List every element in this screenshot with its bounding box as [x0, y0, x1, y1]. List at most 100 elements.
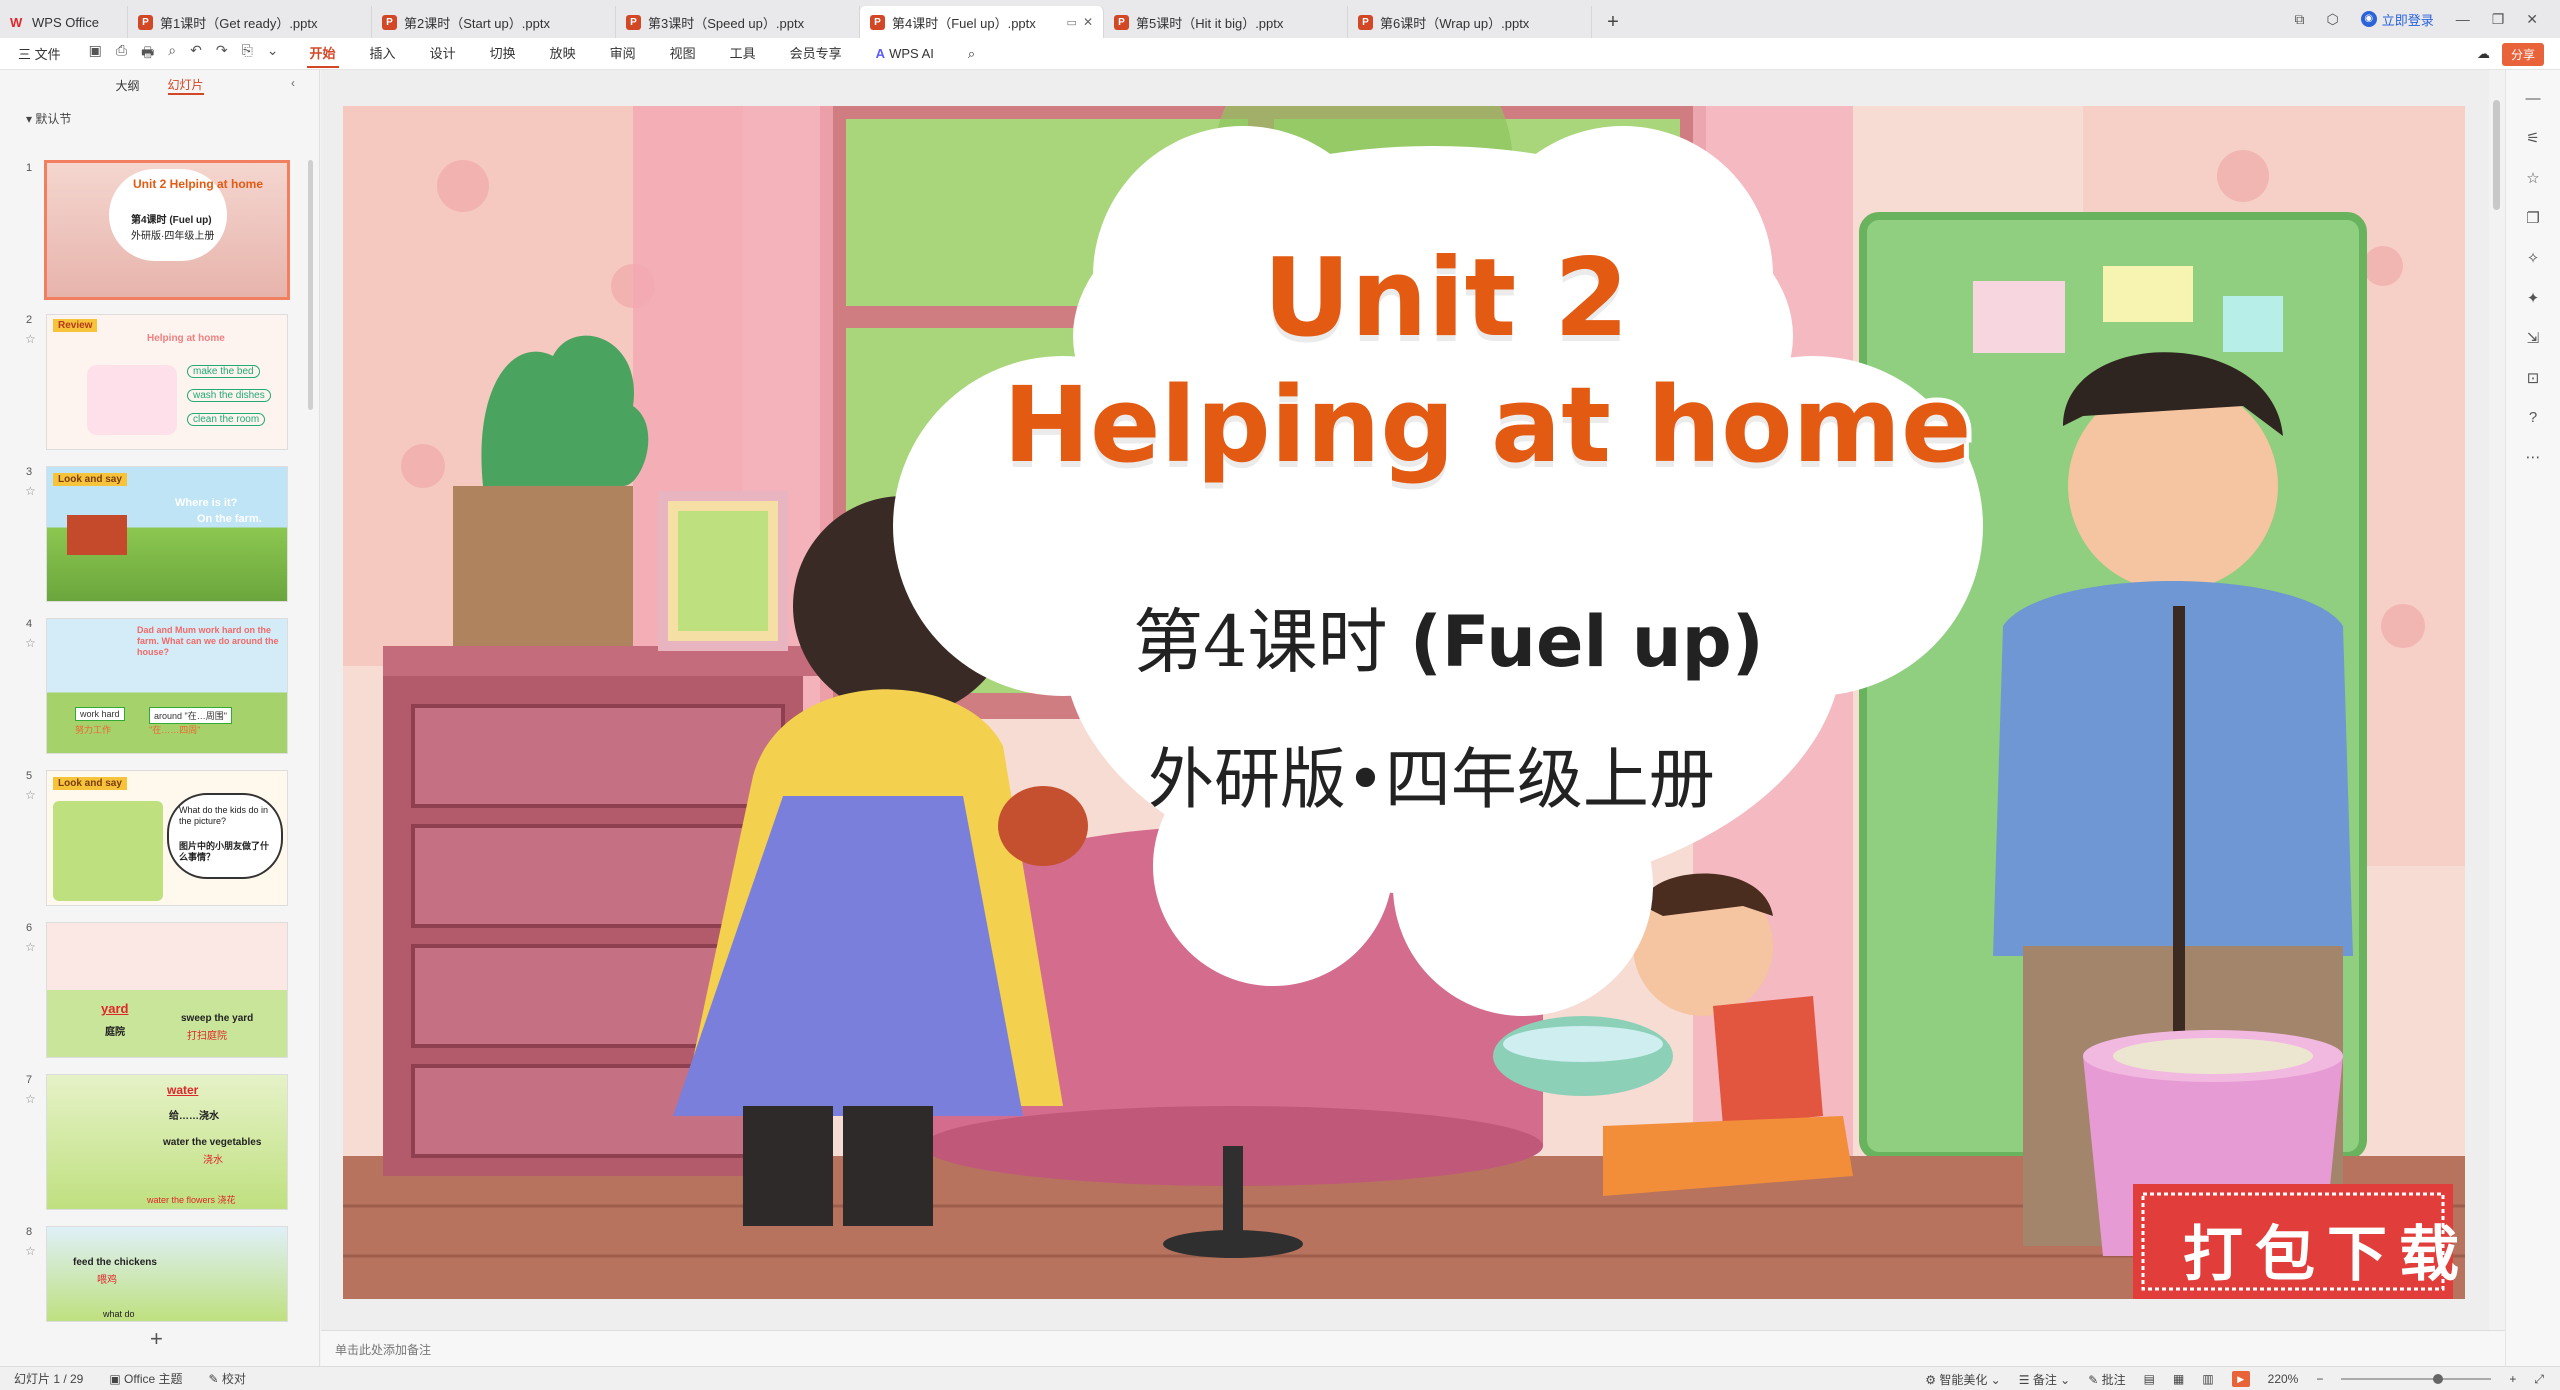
minimize-icon[interactable]: —: [2456, 11, 2470, 27]
star-icon[interactable]: ☆: [25, 1244, 36, 1258]
tab-slides[interactable]: 幻灯片: [167, 76, 204, 95]
restore-icon[interactable]: ❐: [2492, 11, 2505, 28]
slide-thumbnail[interactable]: Unit 2 Helping at home 第4课时 (Fuel up) 外研…: [44, 160, 290, 300]
add-slide-button[interactable]: +: [150, 1326, 163, 1352]
close-icon[interactable]: ✕: [1083, 15, 1093, 29]
layers-icon[interactable]: ❐: [2526, 209, 2539, 227]
cloud-icon[interactable]: ☁: [2477, 46, 2490, 62]
slide-thumbnail[interactable]: Review Helping at home make the bed wash…: [46, 314, 288, 450]
slide-thumbnail[interactable]: Dad and Mum work hard on the farm. What …: [46, 618, 288, 754]
share-button[interactable]: 分享: [2501, 42, 2544, 66]
reading-view-icon[interactable]: ▥: [2202, 1372, 2213, 1386]
tab-lesson-1[interactable]: P 第1课时（Get ready）.pptx: [128, 6, 372, 38]
slide-thumbnail[interactable]: Look and say What do the kids do in the …: [46, 770, 288, 906]
collapse-panel-icon[interactable]: ‹: [291, 76, 295, 90]
section-header[interactable]: ▾ 默认节: [0, 100, 319, 135]
undo-icon[interactable]: ↶: [190, 42, 202, 66]
tab-lesson-4[interactable]: P 第4课时（Fuel up）.pptx ▭ ✕: [860, 6, 1104, 38]
menu-transitions[interactable]: 切换: [473, 38, 533, 70]
redo-icon[interactable]: ↷: [216, 42, 228, 66]
slide-publisher[interactable]: 外研版•四年级上册: [1148, 726, 1715, 822]
star-icon[interactable]: ☆: [25, 484, 36, 498]
slide-thumb-row[interactable]: 2 ☆ Review Helping at home make the bed …: [0, 314, 320, 454]
bookmark-icon[interactable]: ⊡: [2527, 369, 2540, 387]
notes-pane[interactable]: 单击此处添加备注: [321, 1330, 2505, 1366]
zoom-slider-knob[interactable]: [2433, 1374, 2444, 1384]
star-icon[interactable]: ☆: [25, 1092, 36, 1106]
theme-name[interactable]: ▣ Office 主题: [109, 1370, 182, 1387]
star-icon[interactable]: ☆: [25, 940, 36, 954]
slide-title-line1[interactable]: Unit 2: [1258, 231, 1634, 366]
proofing-button[interactable]: ✎ 校对: [209, 1370, 246, 1387]
search-icon[interactable]: ⌕: [951, 38, 992, 70]
sorter-view-icon[interactable]: ▦: [2173, 1372, 2184, 1386]
monitor-icon[interactable]: ▭: [1067, 16, 1077, 29]
zoom-in-icon[interactable]: +: [2509, 1372, 2516, 1386]
tab-lesson-2[interactable]: P 第2课时（Start up）.pptx: [372, 6, 616, 38]
menu-review[interactable]: 审阅: [593, 38, 653, 70]
animation-icon[interactable]: ✦: [2527, 289, 2540, 307]
export-icon[interactable]: ⇲: [2527, 329, 2540, 347]
star-icon[interactable]: ☆: [2526, 169, 2539, 187]
menu-wps-ai[interactable]: A WPS AI: [859, 38, 951, 70]
tab-lesson-6[interactable]: P 第6课时（Wrap up）.pptx: [1348, 6, 1592, 38]
help-icon[interactable]: ?: [2529, 409, 2537, 426]
tab-wps-home[interactable]: W WPS Office: [0, 6, 128, 38]
tab-outline[interactable]: 大纲: [115, 77, 139, 94]
format-painter-icon[interactable]: ⎘: [242, 42, 253, 66]
save-icon[interactable]: ▣: [89, 42, 102, 66]
file-menu[interactable]: 三 文件: [0, 44, 75, 63]
zoom-slider[interactable]: [2341, 1374, 2492, 1384]
print-icon[interactable]: 🖶: [141, 42, 154, 66]
close-window-icon[interactable]: ✕: [2526, 11, 2538, 28]
menu-member[interactable]: 会员专享: [773, 38, 859, 70]
scroll-thumb[interactable]: [2493, 100, 2500, 210]
slide-title-line2[interactable]: Helping at home: [998, 359, 1976, 491]
magic-wand-icon[interactable]: ✧: [2527, 249, 2540, 267]
layout-icon[interactable]: ⧉: [2294, 11, 2304, 28]
slide-canvas[interactable]: Unit 2 Helping at home 第4课时 (Fuel up) 外研…: [343, 106, 2465, 1299]
new-tab-button[interactable]: +: [1592, 6, 1634, 38]
slide-thumb-row[interactable]: 1 Unit 2 Helping at home 第4课时 (Fuel up) …: [0, 160, 320, 302]
minus-icon[interactable]: —: [2526, 90, 2541, 107]
menu-slideshow[interactable]: 放映: [533, 38, 593, 70]
slide-thumbnail[interactable]: Look and say Where is it? On the farm.: [46, 466, 288, 602]
cube-icon[interactable]: ⬡: [2326, 11, 2338, 28]
menu-insert[interactable]: 插入: [353, 38, 413, 70]
smart-beautify-button[interactable]: ⚙ 智能美化 ⌄: [1925, 1371, 2001, 1388]
menu-design[interactable]: 设计: [413, 38, 473, 70]
sliders-icon[interactable]: ⚟: [2526, 129, 2539, 147]
slide-lesson[interactable]: 第4课时 (Fuel up): [1133, 586, 1764, 687]
panel-scrollbar[interactable]: [308, 160, 313, 410]
slide-thumb-row[interactable]: 6 ☆ yard 庭院 sweep the yard 打扫庭院: [0, 922, 320, 1062]
more-icon[interactable]: ⋯: [2526, 448, 2541, 466]
comments-button[interactable]: ✎ 批注: [2088, 1371, 2125, 1388]
menu-tools[interactable]: 工具: [713, 38, 773, 70]
normal-view-icon[interactable]: ▤: [2144, 1372, 2155, 1386]
preview-icon[interactable]: ⌕: [168, 42, 176, 66]
star-icon[interactable]: ☆: [25, 636, 36, 650]
slide-thumb-row[interactable]: 4 ☆ Dad and Mum work hard on the farm. W…: [0, 618, 320, 758]
play-slideshow-icon[interactable]: ▶: [2231, 1371, 2250, 1387]
star-icon[interactable]: ☆: [25, 788, 36, 802]
download-badge[interactable]: 打包下载: [2183, 1206, 2465, 1293]
tab-lesson-5[interactable]: P 第5课时（Hit it big）.pptx: [1104, 6, 1348, 38]
slide-thumbnail[interactable]: water 给……浇水 water the vegetables 浇水 wate…: [46, 1074, 288, 1210]
slide-thumb-row[interactable]: 3 ☆ Look and say Where is it? On the far…: [0, 466, 320, 606]
slide-thumb-row[interactable]: 7 ☆ water 给……浇水 water the vegetables 浇水 …: [0, 1074, 320, 1214]
login-button[interactable]: ◉ 立即登录: [2360, 10, 2434, 29]
star-icon[interactable]: ☆: [25, 332, 36, 346]
vertical-scrollbar[interactable]: [2489, 70, 2505, 1330]
fit-window-icon[interactable]: ⤢: [2534, 1372, 2544, 1387]
chevron-down-icon[interactable]: ⌄: [267, 42, 279, 66]
menu-home[interactable]: 开始: [293, 38, 353, 70]
tab-lesson-3[interactable]: P 第3课时（Speed up）.pptx: [616, 6, 860, 38]
slide-thumbnail[interactable]: yard 庭院 sweep the yard 打扫庭院: [46, 922, 288, 1058]
export-pdf-icon[interactable]: ⎙: [116, 42, 127, 66]
zoom-out-icon[interactable]: −: [2316, 1372, 2323, 1386]
slide-thumbnail[interactable]: feed the chickens 喂鸡 what do: [46, 1226, 288, 1322]
menu-view[interactable]: 视图: [653, 38, 713, 70]
zoom-level[interactable]: 220%: [2268, 1372, 2299, 1386]
notes-toggle-button[interactable]: ☰ 备注 ⌄: [2019, 1371, 2071, 1388]
slide-thumb-row[interactable]: 5 ☆ Look and say What do the kids do in …: [0, 770, 320, 910]
